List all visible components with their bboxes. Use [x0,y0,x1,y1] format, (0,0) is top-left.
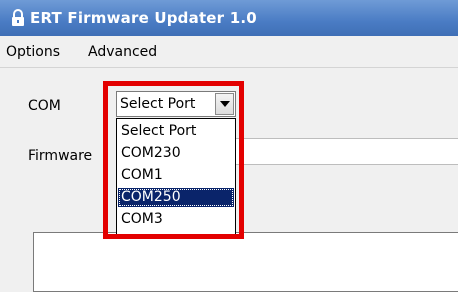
com-label: COM [28,98,61,114]
menu-advanced[interactable]: Advanced [88,44,157,60]
dropdown-option-com3[interactable]: COM3 [118,210,234,229]
firmware-field[interactable] [232,138,458,165]
lock-icon [10,9,26,27]
menu-bar: Options Advanced [0,36,458,68]
chevron-down-icon [220,101,230,107]
com-port-dropdown-button[interactable] [215,93,234,115]
window-title: ERT Firmware Updater 1.0 [30,9,257,27]
menu-options[interactable]: Options [6,44,60,60]
com-port-select[interactable]: Select Port [116,91,236,117]
com-port-select-value: Select Port [120,96,196,112]
log-output-area[interactable] [33,232,458,292]
dropdown-option-com1[interactable]: COM1 [118,166,234,185]
title-bar: ERT Firmware Updater 1.0 [0,0,458,37]
dropdown-option-select-port[interactable]: Select Port [118,122,234,141]
com-port-dropdown-list: Select Port COM230 COM1 COM250 COM3 [116,118,236,236]
dropdown-option-com250[interactable]: COM250 [118,188,234,207]
dropdown-option-com230[interactable]: COM230 [118,144,234,163]
firmware-label: Firmware [28,148,93,164]
